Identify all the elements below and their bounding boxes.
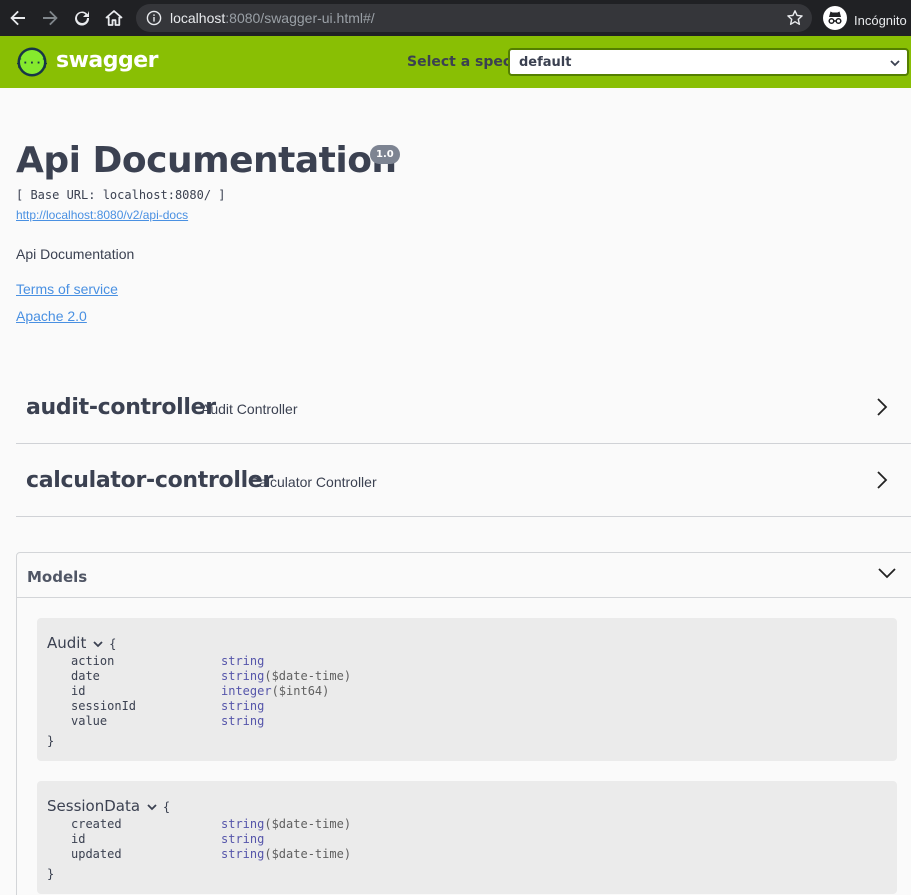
page-title: Api Documentation — [16, 140, 397, 181]
url-host: localhost — [170, 10, 226, 26]
property-format: ($date-time) — [264, 817, 352, 831]
chevron-down-icon — [889, 56, 901, 74]
spec-select-label: Select a spec — [407, 54, 512, 70]
address-bar[interactable]: localhost:8080/swagger-ui.html#/ — [136, 4, 812, 32]
spec-select-value: default — [519, 55, 572, 70]
spec-select[interactable]: default — [508, 48, 909, 76]
models-section: Models Audit { action string date string… — [16, 552, 911, 895]
property-format: ($date-time) — [264, 669, 352, 683]
swagger-topbar: {···} swagger Select a spec default — [0, 36, 911, 88]
model-sessiondata[interactable]: SessionData { created string($date-time)… — [37, 781, 897, 894]
models-header[interactable]: Models — [17, 553, 911, 598]
incognito-label: Incógnito — [854, 13, 907, 28]
property-name: created — [71, 817, 122, 831]
models-title: Models — [27, 568, 88, 586]
browser-toolbar: localhost:8080/swagger-ui.html#/ Incógni… — [0, 0, 911, 36]
incognito-icon — [823, 6, 847, 35]
tag-description: Audit Controller — [201, 401, 298, 417]
api-description: Api Documentation — [16, 246, 135, 262]
base-url: [ Base URL: localhost:8080/ ] — [16, 188, 226, 202]
property-type: integer($int64) — [221, 684, 329, 698]
open-brace: { — [109, 637, 117, 651]
site-info-icon[interactable] — [146, 10, 162, 31]
chevron-right-icon[interactable] — [874, 397, 890, 422]
model-audit[interactable]: Audit { action string date string($date-… — [37, 618, 897, 761]
property-type-name: string — [221, 832, 265, 846]
open-brace: { — [162, 800, 171, 814]
property-type: string($date-time) — [221, 817, 351, 831]
model-name: Audit — [47, 634, 87, 652]
property-name: value — [71, 714, 108, 728]
bookmark-star-icon[interactable] — [786, 9, 804, 32]
property-name: date — [71, 669, 100, 683]
property-name: id — [71, 832, 86, 846]
property-type-name: string — [221, 699, 265, 713]
url-path: :8080/swagger-ui.html#/ — [225, 10, 375, 26]
reload-icon[interactable] — [72, 8, 92, 28]
property-type: string($date-time) — [221, 847, 351, 861]
property-name: id — [71, 684, 86, 698]
property-format: ($date-time) — [264, 847, 352, 861]
tag-name: audit-controller — [26, 395, 216, 420]
model-title[interactable]: SessionData { — [47, 797, 170, 816]
tag-audit-controller[interactable]: audit-controller Audit Controller — [16, 371, 911, 444]
property-type: string — [221, 654, 264, 668]
property-name: sessionId — [71, 699, 137, 713]
close-brace: } — [47, 867, 55, 881]
model-title[interactable]: Audit { — [47, 634, 116, 653]
property-name: updated — [71, 847, 122, 861]
tag-name: calculator-controller — [26, 468, 273, 493]
svg-text:{···}: {···} — [17, 57, 47, 70]
swagger-logo-icon[interactable]: {···} — [15, 47, 49, 82]
property-format: ($int64) — [271, 684, 330, 698]
url-text: localhost:8080/swagger-ui.html#/ — [170, 10, 375, 26]
property-type-name: string — [221, 654, 265, 668]
chevron-right-icon[interactable] — [874, 470, 890, 495]
chevron-down-icon[interactable] — [877, 566, 897, 585]
chevron-down-icon[interactable] — [146, 798, 158, 816]
close-brace: } — [47, 734, 55, 748]
tag-description: Calculator Controller — [249, 474, 377, 490]
property-type-name: string — [221, 669, 265, 683]
api-docs-link[interactable]: http://localhost:8080/v2/api-docs — [16, 208, 188, 222]
property-type-name: integer — [221, 684, 272, 698]
property-type: string — [221, 714, 264, 728]
model-name: SessionData — [47, 797, 141, 815]
property-type: string($date-time) — [221, 669, 351, 683]
property-type: string — [221, 832, 264, 846]
property-type-name: string — [221, 847, 265, 861]
forward-icon[interactable] — [40, 8, 60, 28]
back-icon[interactable] — [8, 8, 28, 28]
property-type: string — [221, 699, 264, 713]
tag-calculator-controller[interactable]: calculator-controller Calculator Control… — [16, 444, 911, 517]
home-icon[interactable] — [104, 8, 124, 28]
property-type-name: string — [221, 714, 265, 728]
terms-of-service-link[interactable]: Terms of service — [16, 281, 118, 297]
chevron-down-icon[interactable] — [92, 635, 104, 653]
property-name: action — [71, 654, 115, 668]
property-type-name: string — [221, 817, 265, 831]
license-link[interactable]: Apache 2.0 — [16, 308, 87, 324]
swagger-logo-text[interactable]: swagger — [56, 48, 159, 73]
version-badge: 1.0 — [370, 145, 400, 164]
incognito-profile-button[interactable]: Incógnito — [823, 6, 907, 35]
